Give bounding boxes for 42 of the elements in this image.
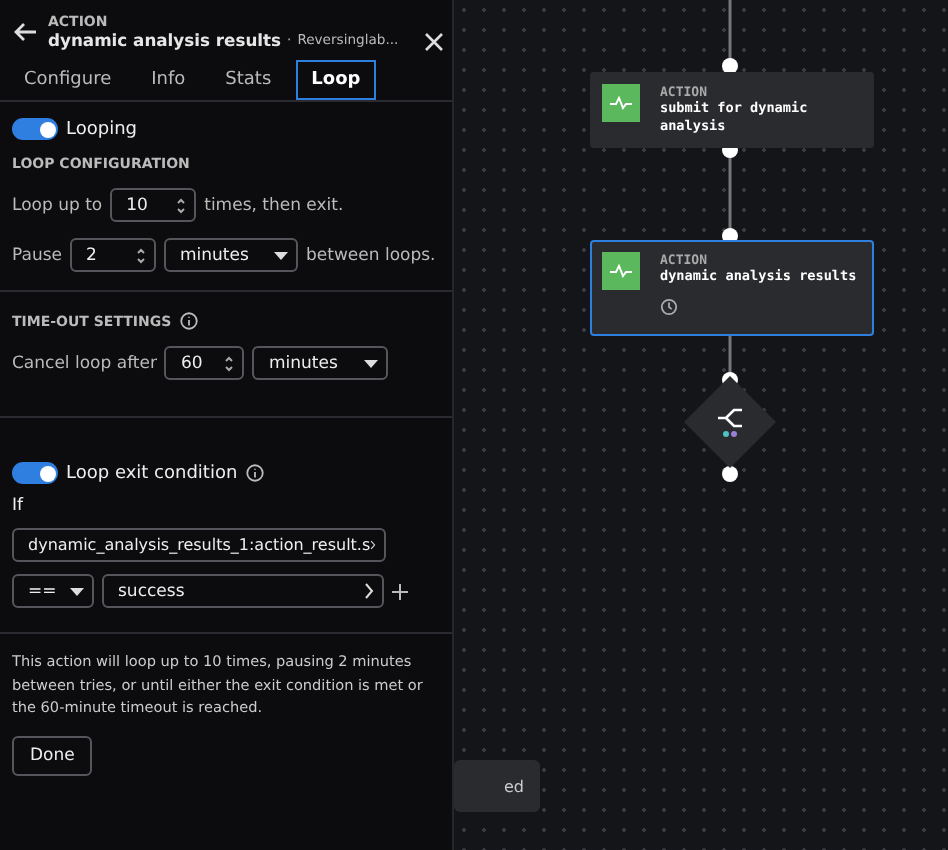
toggle-label: Looping <box>66 119 137 139</box>
condition-field[interactable]: dynamic_analysis_results_1:action_result.s <box>12 528 386 562</box>
tab[interactable]: Configure <box>8 60 128 100</box>
count-field[interactable]: 10 <box>110 188 197 222</box>
toggle-label: Loop exit condition <box>66 463 238 483</box>
timeout-field[interactable]: 60 <box>164 346 245 380</box>
field-label: between loops. <box>306 245 436 265</box>
stepper-icon[interactable] <box>176 195 187 215</box>
activity-icon <box>610 96 632 110</box>
field-label: Pause <box>12 245 62 265</box>
value-field[interactable]: success <box>102 574 384 608</box>
field-label: times, then exit. <box>204 195 344 215</box>
field-label: Loop up to <box>12 195 103 215</box>
toggle-switch[interactable] <box>12 118 58 140</box>
card-label: ed <box>504 777 524 795</box>
back-icon[interactable] <box>14 22 38 42</box>
unit-dropdown[interactable]: minutes <box>252 346 389 380</box>
tab[interactable]: Info <box>135 60 202 100</box>
canvas-card[interactable]: ed <box>454 760 540 812</box>
field-label: Cancel loop after <box>12 353 157 373</box>
chevron-icon <box>370 536 376 554</box>
decision-node[interactable] <box>682 374 778 470</box>
chevron-icon <box>364 582 374 600</box>
caret-icon <box>364 359 379 367</box>
caret-icon <box>70 587 84 595</box>
tab[interactable]: Stats <box>209 60 288 100</box>
activity-icon <box>610 264 632 278</box>
tab[interactable]: Loop <box>295 60 377 100</box>
add-icon[interactable] <box>392 583 408 599</box>
panel-title: dynamic analysis results <box>48 30 282 50</box>
pause-field[interactable]: 2 <box>70 238 156 272</box>
close-icon[interactable] <box>424 32 444 52</box>
caret-icon <box>274 251 288 259</box>
if-label: If <box>12 496 26 516</box>
done-button[interactable]: Done <box>12 736 93 777</box>
stepper-icon[interactable] <box>224 353 235 373</box>
stepper-icon[interactable] <box>136 245 146 265</box>
toggle-switch[interactable] <box>12 462 58 484</box>
unit-dropdown[interactable]: minutes <box>164 238 298 272</box>
info-icon[interactable] <box>245 464 264 482</box>
info-icon[interactable] <box>179 312 198 330</box>
operator-dropdown[interactable]: == <box>12 574 94 608</box>
